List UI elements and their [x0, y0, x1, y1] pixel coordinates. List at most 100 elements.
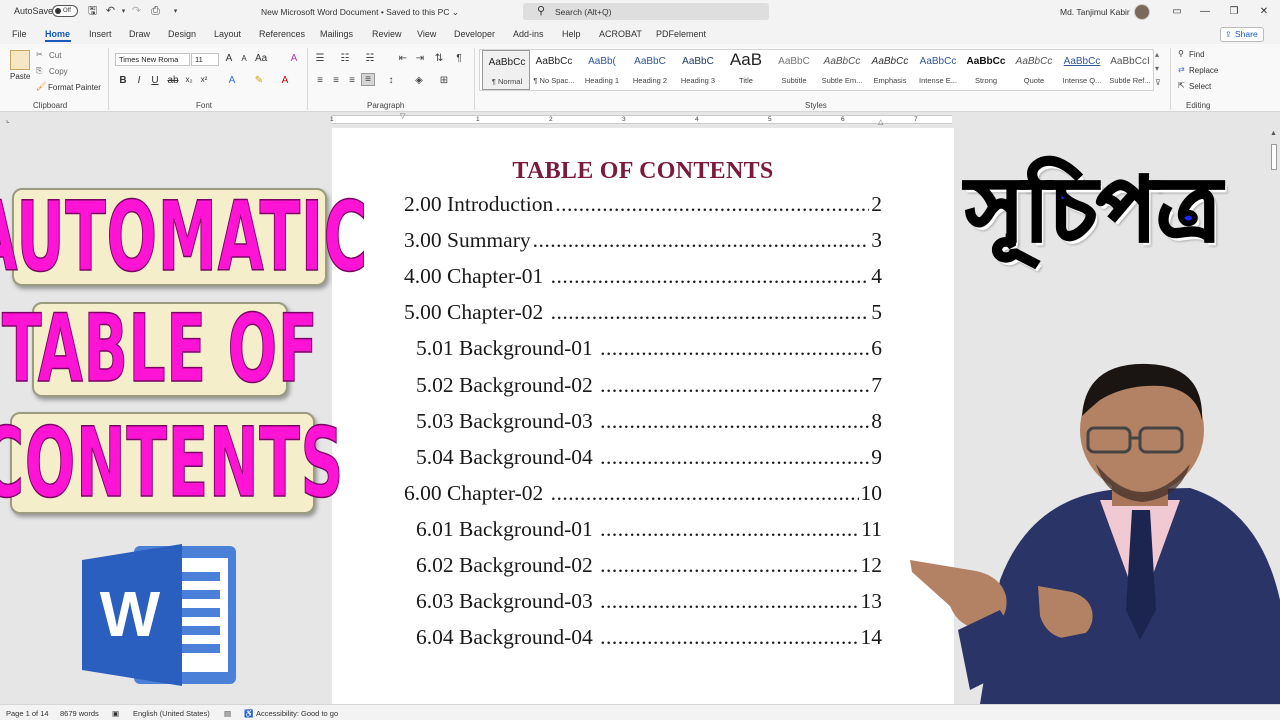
tab-file[interactable]: File	[12, 29, 27, 39]
shading-icon[interactable]: ◈	[412, 75, 426, 86]
language-status[interactable]: English (United States)	[133, 709, 210, 718]
style-item[interactable]: AaBbC Subtitle	[770, 50, 818, 90]
replace-button[interactable]: Replace	[1189, 66, 1218, 75]
increase-indent-icon[interactable]: ⇥	[413, 53, 427, 64]
superscript-icon[interactable]: x²	[198, 75, 210, 84]
scrollbar-thumb[interactable]	[1271, 144, 1277, 170]
paste-icon[interactable]	[10, 50, 30, 70]
tab-selector-icon[interactable]: ⌞	[6, 115, 10, 124]
share-button[interactable]: Share	[1220, 27, 1264, 42]
numbering-icon[interactable]: ☷	[338, 53, 352, 64]
subscript-icon[interactable]: x₂	[183, 75, 195, 84]
cut-button[interactable]: Cut	[49, 51, 61, 60]
show-formatting-icon[interactable]: ¶	[452, 53, 466, 64]
style-item[interactable]: AaBbCc ¶ Normal	[482, 50, 530, 90]
redo-icon[interactable]: ↷	[130, 5, 143, 18]
tab-pdfelement[interactable]: PDFelement	[656, 29, 706, 39]
toc-entry[interactable]: 6.01 Background-01 11	[416, 517, 882, 543]
format-painter-button[interactable]: Format Painter	[48, 83, 101, 92]
autosave-toggle[interactable]: Off	[52, 5, 78, 17]
style-item[interactable]: AaBbCc Subtle Em...	[818, 50, 866, 90]
style-item[interactable]: AaBbCc ¶ No Spac...	[530, 50, 578, 90]
toc-entry[interactable]: 3.00 Summary 3	[404, 228, 882, 254]
page-count[interactable]: Page 1 of 14	[6, 709, 49, 718]
replace-icon[interactable]: ⇄	[1178, 65, 1185, 74]
customize-toolbar-icon[interactable]: ▾	[169, 5, 182, 18]
user-name[interactable]: Md. Tanjimul Kabir	[1060, 7, 1130, 17]
style-item[interactable]: AaB Title	[722, 50, 770, 90]
grow-font-icon[interactable]: A	[223, 53, 235, 64]
style-item[interactable]: AaBbCc Quote	[1010, 50, 1058, 90]
select-icon[interactable]: ⇱	[1178, 81, 1185, 90]
minimize-icon[interactable]: —	[1191, 3, 1219, 21]
save-icon[interactable]: 🖫	[86, 5, 99, 18]
close-icon[interactable]: ✕	[1250, 3, 1278, 21]
tab-view[interactable]: View	[417, 29, 436, 39]
bold-icon[interactable]: B	[117, 75, 129, 86]
justify-icon[interactable]: ≡	[361, 73, 375, 86]
toc-entry[interactable]: 6.00 Chapter-02 10	[404, 481, 882, 507]
styles-more-icon[interactable]: ⊽	[1155, 78, 1161, 87]
style-item[interactable]: AaBb(Heading 1	[578, 50, 626, 90]
decrease-indent-icon[interactable]: ⇤	[396, 53, 410, 64]
style-item[interactable]: AaBbCcI Subtle Ref...	[1106, 50, 1154, 90]
sort-icon[interactable]: ⇅	[432, 53, 446, 64]
toc-entry[interactable]: 6.04 Background-04 14	[416, 625, 882, 651]
toc-entry[interactable]: 6.02 Background-02 12	[416, 553, 882, 579]
find-icon[interactable]: ⚲	[1178, 49, 1184, 58]
styles-scroll-down-icon[interactable]: ▾	[1155, 64, 1159, 73]
tab-design[interactable]: Design	[168, 29, 196, 39]
strikethrough-icon[interactable]: ab	[167, 75, 179, 86]
shrink-font-icon[interactable]: A	[238, 54, 250, 63]
multilevel-list-icon[interactable]: ☵	[363, 53, 377, 64]
borders-icon[interactable]: ⊞	[437, 75, 451, 86]
paste-button[interactable]: Paste	[10, 72, 30, 81]
clear-formatting-icon[interactable]: A	[288, 53, 300, 64]
italic-icon[interactable]: I	[133, 75, 145, 86]
tab-developer[interactable]: Developer	[454, 29, 495, 39]
font-size-select[interactable]: 11	[191, 53, 219, 66]
tab-home[interactable]: Home	[45, 29, 70, 39]
style-item[interactable]: AaBbCc Intense Q...	[1058, 50, 1106, 90]
copy-button[interactable]: Copy	[49, 67, 68, 76]
text-predictions-icon[interactable]: ▤	[224, 709, 231, 718]
scroll-up-icon[interactable]: ▲	[1270, 130, 1277, 137]
styles-scroll-up-icon[interactable]: ▴	[1155, 50, 1159, 59]
word-count[interactable]: 8679 words	[60, 709, 99, 718]
align-left-icon[interactable]: ≡	[313, 75, 327, 86]
style-item[interactable]: AaBbC Heading 3	[674, 50, 722, 90]
avatar[interactable]	[1134, 4, 1150, 20]
select-button[interactable]: Select	[1189, 82, 1211, 91]
tab-acrobat[interactable]: ACROBAT	[599, 29, 642, 39]
style-item[interactable]: AaBbCc Strong	[962, 50, 1010, 90]
cut-icon[interactable]: ✂	[36, 50, 43, 59]
toc-entry[interactable]: 5.01 Background-01 6	[416, 336, 882, 362]
font-color-icon[interactable]: A	[279, 75, 291, 86]
text-effects-icon[interactable]: A	[226, 75, 238, 86]
toc-entry[interactable]: 5.04 Background-04 9	[416, 445, 882, 471]
bullets-icon[interactable]: ☰	[313, 53, 327, 64]
toc-entry[interactable]: 5.00 Chapter-02 5	[404, 300, 882, 326]
line-spacing-icon[interactable]: ↕	[384, 75, 398, 86]
restore-icon[interactable]: ❐	[1220, 3, 1248, 21]
first-line-indent-marker[interactable]: ▽	[400, 112, 405, 120]
align-center-icon[interactable]: ≡	[329, 75, 343, 86]
horizontal-ruler[interactable]: 1 1 2 3 4 5 6 7 ▽ △	[330, 112, 952, 126]
tab-review[interactable]: Review	[372, 29, 402, 39]
undo-icon[interactable]: ↶	[104, 5, 117, 18]
underline-icon[interactable]: U	[149, 75, 161, 86]
undo-dropdown-icon[interactable]: ▾	[117, 5, 130, 18]
toc-entry[interactable]: 5.03 Background-03 8	[416, 409, 882, 435]
document-page[interactable]: TABLE OF CONTENTS 2.00 Introduction 2 3.00…	[332, 128, 954, 704]
toc-entry[interactable]: 4.00 Chapter-01 4	[404, 264, 882, 290]
change-case-icon[interactable]: Aa	[255, 53, 267, 64]
print-preview-icon[interactable]: ⎙	[149, 5, 162, 18]
align-right-icon[interactable]: ≡	[345, 75, 359, 86]
accessibility-icon[interactable]: ♿	[244, 709, 253, 718]
style-item[interactable]: AaBbC Heading 2	[626, 50, 674, 90]
style-item[interactable]: AaBbCc Emphasis	[866, 50, 914, 90]
tab-help[interactable]: Help	[562, 29, 581, 39]
right-indent-marker[interactable]: △	[878, 118, 883, 126]
proofing-icon[interactable]: ▣	[112, 709, 119, 718]
tab-layout[interactable]: Layout	[214, 29, 241, 39]
